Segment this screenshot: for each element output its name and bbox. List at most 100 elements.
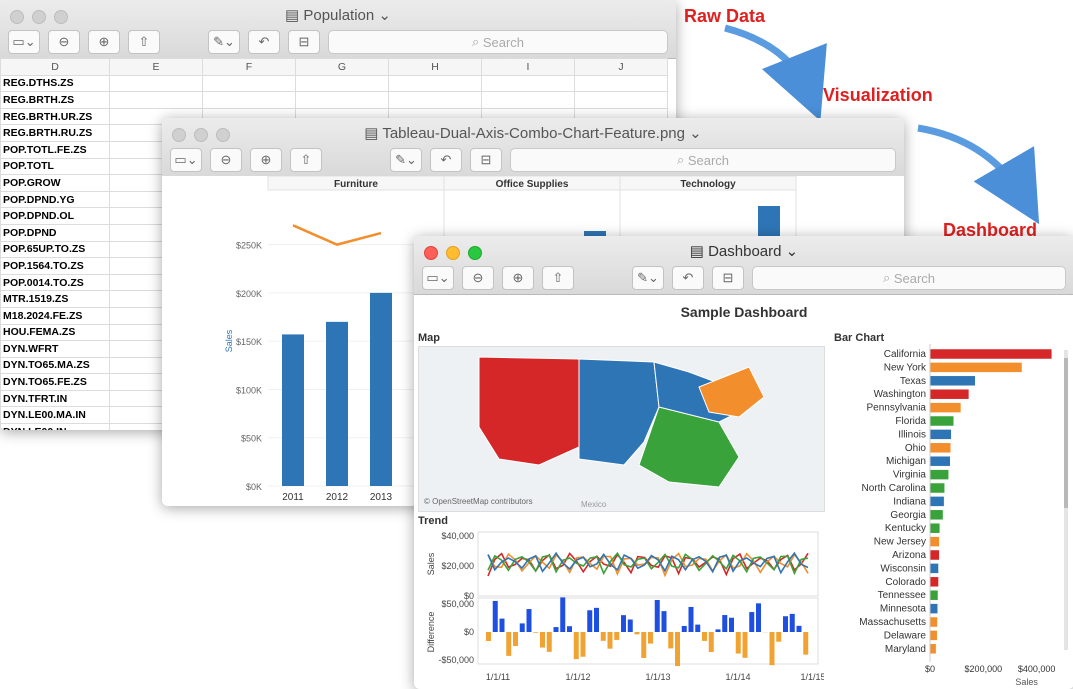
table-cell[interactable] — [481, 91, 575, 109]
table-cell[interactable]: HOU.FEMA.ZS — [0, 323, 110, 342]
table-cell[interactable]: DYN.TO65.MA.ZS — [0, 356, 110, 375]
sidebar-toggle-button[interactable]: ▭⌄ — [8, 30, 40, 54]
table-cell[interactable]: DYN.WFRT — [0, 340, 110, 358]
table-cell[interactable] — [295, 74, 389, 93]
bar — [929, 549, 940, 561]
rotate-button[interactable]: ↶ — [430, 148, 462, 172]
table-cell[interactable]: POP.GROW — [0, 174, 110, 192]
table-cell[interactable]: REG.BRTH.UR.ZS — [0, 107, 110, 126]
table-cell[interactable]: POP.0014.TO.ZS — [0, 273, 110, 292]
difference-bar — [533, 632, 539, 633]
table-cell[interactable]: POP.DPND — [0, 223, 110, 242]
search-input[interactable]: ⌕ Search — [328, 30, 668, 54]
markup-button[interactable]: ✎⌄ — [632, 266, 664, 290]
map-region-east — [698, 366, 765, 418]
bar-category-label: Pennsylvania — [867, 403, 927, 414]
zoom-in-button[interactable]: ⊕ — [88, 30, 120, 54]
column-header[interactable]: G — [295, 58, 389, 76]
table-row: REG.DTHS.ZS — [0, 74, 668, 93]
panel-label: Furniture — [334, 179, 378, 190]
difference-bar — [513, 632, 518, 646]
table-cell[interactable] — [481, 74, 575, 93]
us-map[interactable]: © OpenStreetMap contributors Mexico — [418, 346, 825, 512]
bar-category-label: Illinois — [898, 429, 926, 440]
bar-category-label: Minnesota — [880, 604, 927, 615]
zoom-in-button[interactable]: ⊕ — [250, 148, 282, 172]
table-cell[interactable]: REG.BRTH.RU.ZS — [0, 124, 110, 142]
bar-category-label: Maryland — [885, 644, 926, 655]
table-cell[interactable]: REG.BRTH.ZS — [0, 91, 110, 109]
table-cell[interactable]: POP.65UP.TO.ZS — [0, 240, 110, 259]
difference-bar — [600, 632, 606, 641]
share-button[interactable]: ⇧ — [542, 266, 574, 290]
bar — [929, 375, 976, 387]
rotate-button[interactable]: ↶ — [672, 266, 704, 290]
share-button[interactable]: ⇧ — [290, 148, 322, 172]
table-cell[interactable] — [388, 74, 482, 93]
table-cell[interactable] — [202, 74, 296, 93]
bar-category-label: Washington — [874, 389, 926, 400]
search-input[interactable]: ⌕ Search — [752, 266, 1066, 290]
table-cell[interactable]: POP.TOTL.FE.ZS — [0, 140, 110, 159]
zoom-out-button[interactable]: ⊖ — [462, 266, 494, 290]
sidebar-toggle-button[interactable]: ▭⌄ — [170, 148, 202, 172]
table-cell[interactable]: MTR.1519.ZS — [0, 290, 110, 308]
table-cell[interactable] — [388, 91, 482, 109]
difference-bar — [553, 627, 559, 632]
table-cell[interactable] — [574, 91, 668, 109]
y-tick-label: $40,000 — [441, 531, 474, 541]
difference-bar — [715, 629, 721, 632]
table-cell[interactable] — [109, 91, 203, 109]
bar — [929, 576, 939, 588]
column-header[interactable]: J — [574, 58, 668, 76]
zoom-out-button[interactable]: ⊖ — [48, 30, 80, 54]
zoom-out-button[interactable]: ⊖ — [210, 148, 242, 172]
toolbox-button[interactable]: ⊟ — [470, 148, 502, 172]
state-bar-chart: California New York Texas Washington Pennsyl… — [859, 344, 1068, 687]
bar-category-label: Colorado — [885, 577, 926, 588]
difference-bar — [803, 632, 809, 655]
difference-bar — [634, 632, 640, 635]
markup-button[interactable]: ✎⌄ — [390, 148, 422, 172]
table-cell[interactable]: POP.DPND.OL — [0, 207, 110, 225]
column-header[interactable]: F — [202, 58, 296, 76]
table-cell[interactable]: POP.TOTL — [0, 157, 110, 176]
difference-bar — [702, 632, 707, 641]
toolbox-button[interactable]: ⊟ — [288, 30, 320, 54]
toolbox-button[interactable]: ⊟ — [712, 266, 744, 290]
table-cell[interactable] — [109, 74, 203, 93]
table-cell[interactable]: POP.1564.TO.ZS — [0, 257, 110, 275]
column-header[interactable]: H — [388, 58, 482, 76]
table-cell[interactable]: DYN.TO65.FE.ZS — [0, 373, 110, 391]
column-header[interactable]: I — [481, 58, 575, 76]
table-cell[interactable]: DYN.LE00.IN — [0, 423, 110, 430]
table-cell[interactable]: DYN.TFRT.IN — [0, 389, 110, 408]
x-tick-label: $0 — [925, 664, 935, 674]
x-tick-label: $400,000 — [1018, 664, 1056, 674]
difference-bar — [519, 623, 525, 632]
table-cell[interactable]: REG.DTHS.ZS — [0, 74, 110, 93]
table-cell[interactable] — [295, 91, 389, 109]
table-cell[interactable]: M18.2024.FE.ZS — [0, 306, 110, 325]
dashboard-window: ▤ Dashboard ⌄ ▭⌄ ⊖ ⊕ ⇧ ✎⌄ ↶ ⊟ ⌕ Search S… — [414, 236, 1073, 689]
column-header[interactable]: E — [109, 58, 203, 76]
share-button[interactable]: ⇧ — [128, 30, 160, 54]
markup-button[interactable]: ✎⌄ — [208, 30, 240, 54]
rotate-button[interactable]: ↶ — [248, 30, 280, 54]
zoom-in-button[interactable]: ⊕ — [502, 266, 534, 290]
table-cell[interactable] — [574, 74, 668, 93]
bar-category-label: New Jersey — [874, 537, 926, 548]
table-cell[interactable]: POP.DPND.YG — [0, 190, 110, 209]
table-cell[interactable] — [202, 91, 296, 109]
window-title: ▤ Dashboard ⌄ — [689, 243, 799, 260]
y-tick-label: -$50,000 — [438, 655, 474, 665]
table-cell[interactable]: DYN.LE00.MA.IN — [0, 406, 110, 425]
column-header[interactable]: D — [0, 58, 110, 76]
x-tick-label: 1/1/12 — [565, 672, 590, 682]
sidebar-toggle-button[interactable]: ▭⌄ — [422, 266, 454, 290]
y-axis-label: Sales — [426, 552, 436, 575]
search-input[interactable]: ⌕ Search — [510, 148, 896, 172]
map-region-west — [478, 356, 580, 466]
difference-bar — [486, 632, 491, 641]
bar-category-label: Michigan — [886, 456, 926, 467]
